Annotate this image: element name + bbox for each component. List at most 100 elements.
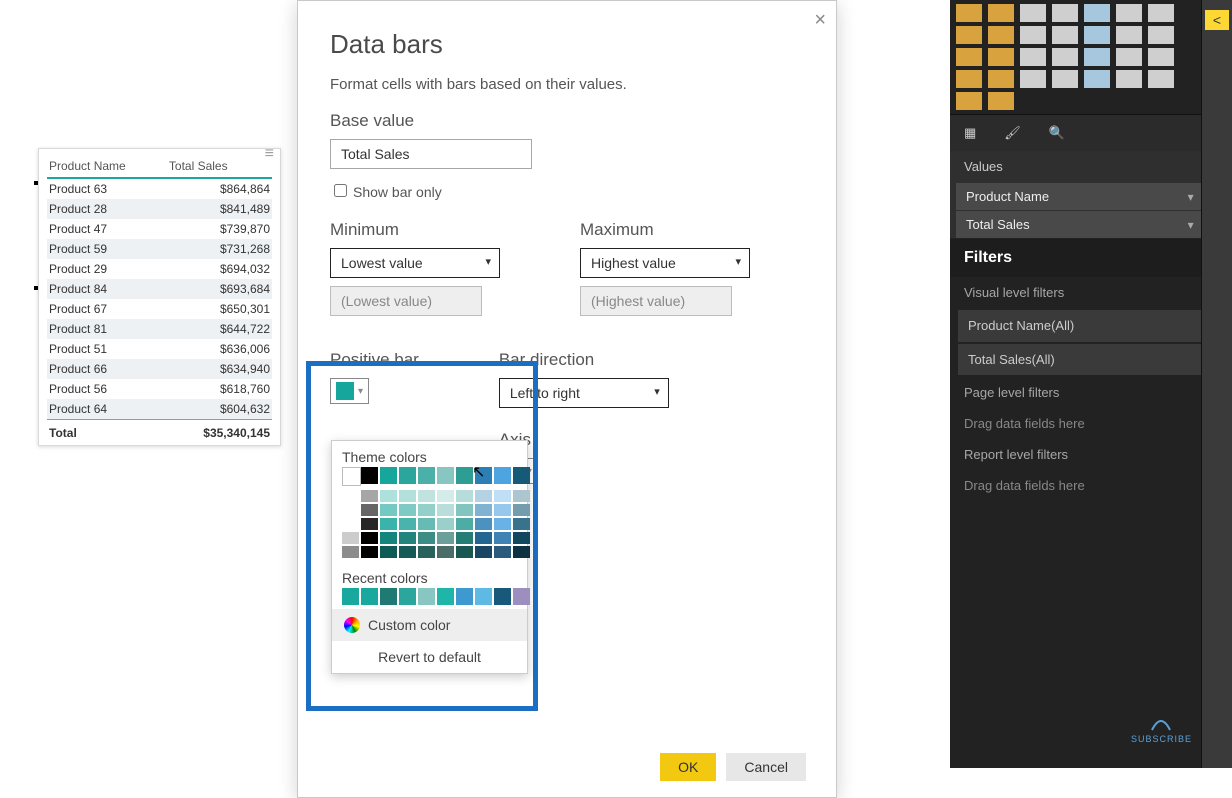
col-header[interactable]: Total Sales [167,155,272,178]
color-swatch[interactable] [513,532,530,544]
viz-type-icon[interactable] [1148,48,1174,66]
format-tab-icon[interactable]: 🖌 [1004,125,1021,141]
viz-type-icon[interactable] [1116,70,1142,88]
color-swatch[interactable] [380,467,397,484]
color-swatch[interactable] [494,467,511,484]
color-swatch[interactable] [342,490,359,502]
color-swatch[interactable] [494,518,511,530]
viz-type-icon[interactable] [1052,70,1078,88]
color-swatch[interactable] [437,490,454,502]
color-swatch[interactable] [399,546,416,558]
color-swatch[interactable] [399,532,416,544]
color-swatch[interactable] [456,546,473,558]
drag-hint[interactable]: Drag data fields here [950,470,1232,501]
table-row[interactable]: Product 47$739,870 [47,219,272,239]
color-swatch[interactable] [399,588,416,605]
viz-type-icon[interactable] [1052,26,1078,44]
color-swatch[interactable] [513,588,530,605]
table-visual[interactable]: ≡ Product Name Total Sales Product 63$86… [38,148,281,446]
cancel-button[interactable]: Cancel [726,753,806,781]
viz-type-icon[interactable] [1116,26,1142,44]
viz-type-icon[interactable] [1052,48,1078,66]
filter-item[interactable]: Product Name(All) ⌄ [958,310,1224,342]
ok-button[interactable]: OK [660,753,716,781]
table-row[interactable]: Product 56$618,760 [47,379,272,399]
color-swatch[interactable] [418,518,435,530]
table-row[interactable]: Product 84$693,684 [47,279,272,299]
table-row[interactable]: Product 29$694,032 [47,259,272,279]
color-swatch[interactable] [437,546,454,558]
col-header[interactable]: Product Name [47,155,167,178]
color-swatch[interactable] [513,467,530,484]
viz-type-icon[interactable] [988,4,1014,22]
color-swatch[interactable] [456,518,473,530]
color-swatch[interactable] [437,504,454,516]
color-swatch[interactable] [513,546,530,558]
color-swatch[interactable] [418,490,435,502]
color-swatch[interactable] [399,518,416,530]
color-swatch[interactable] [475,490,492,502]
color-swatch[interactable] [494,588,511,605]
checkbox[interactable] [334,184,347,197]
color-swatch[interactable] [399,467,416,484]
viz-type-icon[interactable] [956,70,982,88]
color-swatch[interactable] [342,467,361,486]
color-swatch[interactable] [380,546,397,558]
close-icon[interactable]: × [814,9,826,32]
viz-type-icon[interactable] [956,48,982,66]
color-swatch[interactable] [475,546,492,558]
color-swatch[interactable] [380,532,397,544]
viz-type-icon[interactable] [1020,4,1046,22]
viz-type-icon[interactable] [956,92,982,110]
viz-type-icon[interactable] [1148,4,1174,22]
viz-type-icon[interactable] [1116,4,1142,22]
color-swatch[interactable] [456,588,473,605]
viz-type-icon[interactable] [988,70,1014,88]
viz-type-icon[interactable] [988,48,1014,66]
color-swatch[interactable] [418,532,435,544]
color-swatch[interactable] [380,518,397,530]
color-swatch[interactable] [361,518,378,530]
color-swatch[interactable] [380,504,397,516]
color-swatch[interactable] [475,588,492,605]
positive-color-button[interactable]: ▾ [330,378,369,404]
color-swatch[interactable] [437,588,454,605]
viz-type-icon[interactable] [988,92,1014,110]
field-well-item[interactable]: Total Sales ▾ × [956,211,1226,238]
viz-type-icon[interactable] [1020,70,1046,88]
color-swatch[interactable] [342,546,359,558]
show-bar-only-check[interactable]: Show bar only [330,181,804,200]
viz-type-icon[interactable] [1148,70,1174,88]
custom-color-button[interactable]: Custom color [332,609,527,641]
viz-type-icon[interactable] [1084,70,1110,88]
color-swatch[interactable] [513,518,530,530]
color-swatch[interactable] [513,504,530,516]
color-swatch[interactable] [380,490,397,502]
color-swatch[interactable] [456,532,473,544]
color-swatch[interactable] [475,532,492,544]
viz-type-icon[interactable] [956,26,982,44]
viz-type-icon[interactable] [1084,48,1110,66]
bar-direction-select[interactable]: Left to right [499,378,669,408]
fields-tab-icon[interactable]: ▦ [964,125,976,141]
color-swatch[interactable] [342,532,359,544]
color-swatch[interactable] [399,504,416,516]
viz-type-icon[interactable] [956,4,982,22]
color-swatch[interactable] [475,467,492,484]
color-swatch[interactable] [342,518,359,530]
color-swatch[interactable] [418,467,435,484]
table-row[interactable]: Product 59$731,268 [47,239,272,259]
color-swatch[interactable] [494,504,511,516]
color-swatch[interactable] [494,546,511,558]
color-swatch[interactable] [342,588,359,605]
color-swatch[interactable] [456,467,473,484]
color-swatch[interactable] [418,504,435,516]
table-row[interactable]: Product 67$650,301 [47,299,272,319]
collapsed-fields-pane[interactable]: < [1201,0,1232,768]
color-swatch[interactable] [361,532,378,544]
color-swatch[interactable] [437,518,454,530]
color-swatch[interactable] [361,588,378,605]
color-swatch[interactable] [361,490,378,502]
table-row[interactable]: Product 51$636,006 [47,339,272,359]
color-swatch[interactable] [437,532,454,544]
